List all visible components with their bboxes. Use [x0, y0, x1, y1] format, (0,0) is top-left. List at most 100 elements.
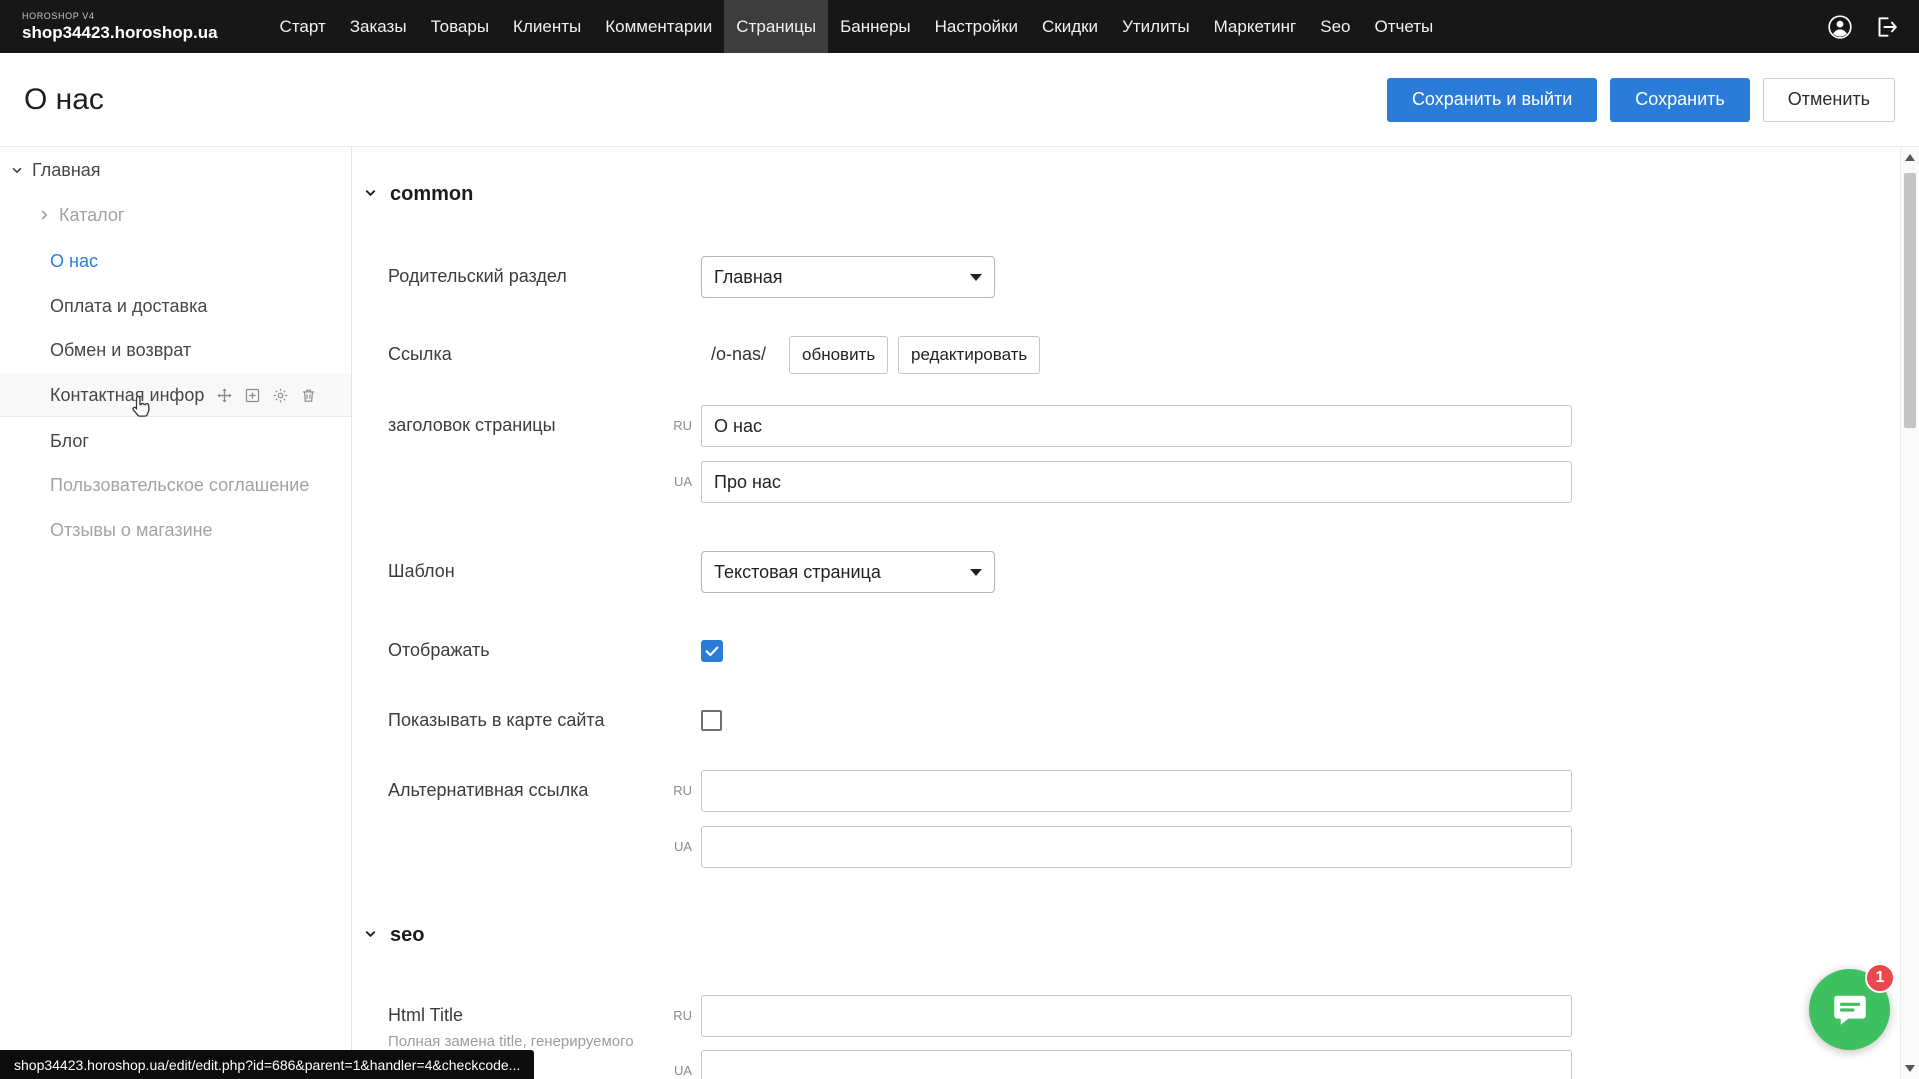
menu-item-zakazy[interactable]: Заказы: [338, 0, 419, 53]
sidebar-item-label: Каталог: [59, 205, 124, 226]
sidebar-item-label: Контактная инфор: [50, 385, 204, 406]
add-icon[interactable]: [244, 387, 261, 404]
logout-icon[interactable]: [1873, 14, 1899, 40]
account-icon[interactable]: [1827, 14, 1853, 40]
menu-item-otchety[interactable]: Отчеты: [1362, 0, 1445, 53]
chevron-right-icon[interactable]: [37, 208, 51, 222]
menu-item-kommentarii[interactable]: Комментарии: [593, 0, 724, 53]
chevron-down-icon: [363, 924, 378, 947]
topbar: HOROSHOP V4 shop34423.horoshop.ua Старт …: [0, 0, 1919, 53]
chat-launcher[interactable]: 1: [1809, 969, 1890, 1050]
page-header: О нас Сохранить и выйти Сохранить Отмени…: [0, 53, 1919, 147]
menu-item-marketing[interactable]: Маркетинг: [1202, 0, 1309, 53]
tree-item-actions: [216, 387, 317, 404]
page-title-field-label: заголовок страницы: [388, 415, 556, 436]
link-edit-button[interactable]: редактировать: [898, 336, 1040, 374]
parent-section-select[interactable]: Главная: [701, 256, 995, 298]
trash-icon[interactable]: [300, 387, 317, 404]
lang-badge-ua: UA: [658, 1063, 692, 1078]
sidebar-item-blog[interactable]: Блог: [0, 420, 351, 462]
menu-item-start[interactable]: Старт: [268, 0, 338, 53]
chevron-down-icon: [363, 183, 378, 206]
display-checkbox[interactable]: [701, 640, 723, 662]
chevron-down-icon[interactable]: [10, 163, 24, 177]
cancel-button[interactable]: Отменить: [1763, 78, 1895, 122]
sidebar-item-label: О нас: [50, 251, 98, 272]
lang-badge-ru: RU: [658, 418, 692, 433]
html-title-label: Html Title: [388, 1005, 463, 1026]
sidebar-item-label: Пользовательское соглашение: [50, 475, 309, 496]
scrollbar-thumb[interactable]: [1904, 173, 1916, 428]
link-label: Ссылка: [388, 344, 452, 365]
section-title: seo: [390, 924, 424, 947]
lang-badge-ru: RU: [658, 1008, 692, 1023]
sidebar-item-kontaktnaya-infor[interactable]: Контактная инфор: [0, 374, 351, 416]
move-icon[interactable]: [216, 387, 233, 404]
alt-link-ua-input[interactable]: [701, 826, 1572, 868]
scroll-down-arrow[interactable]: [1905, 1065, 1915, 1072]
sidebar-item-polzovatelskoe-soglashenie[interactable]: Пользовательское соглашение: [0, 464, 351, 506]
section-common[interactable]: common: [363, 183, 473, 206]
sidebar-item-oplata-i-dostavka[interactable]: Оплата и доставка: [0, 285, 351, 327]
gear-icon[interactable]: [272, 387, 289, 404]
select-value: Текстовая страница: [714, 562, 881, 583]
lang-badge-ua: UA: [658, 839, 692, 854]
html-title-hint: Полная замена title, генерируемого: [388, 1033, 634, 1050]
section-title: common: [390, 183, 473, 206]
sidebar-item-label: Главная: [32, 160, 101, 181]
vertical-scrollbar[interactable]: [1900, 147, 1919, 1079]
menu-item-stranicy[interactable]: Страницы: [724, 0, 828, 53]
menu-item-seo[interactable]: Seo: [1308, 0, 1362, 53]
sidebar-item-obmen-i-vozvrat[interactable]: Обмен и возврат: [0, 329, 351, 371]
sidebar-item-otzyvy-o-magazine[interactable]: Отзывы о магазине: [0, 509, 351, 551]
sidebar-item-label: Обмен и возврат: [50, 340, 191, 361]
sidebar-item-label: Блог: [50, 431, 89, 452]
menu-item-tovary[interactable]: Товары: [419, 0, 501, 53]
menu-item-klienty[interactable]: Клиенты: [501, 0, 593, 53]
section-seo[interactable]: seo: [363, 924, 424, 947]
template-label: Шаблон: [388, 561, 455, 582]
page-title-ua-input[interactable]: [701, 461, 1572, 503]
sidebar-item-glavnaya[interactable]: Главная: [0, 149, 351, 191]
sitemap-label: Показывать в карте сайта: [388, 710, 604, 731]
menu-item-bannery[interactable]: Баннеры: [828, 0, 923, 53]
menu-item-nastroiki[interactable]: Настройки: [923, 0, 1030, 53]
link-status-bar: shop34423.horoshop.ua/edit/edit.php?id=6…: [0, 1050, 534, 1079]
page-title: О нас: [24, 83, 104, 117]
save-button[interactable]: Сохранить: [1610, 78, 1749, 122]
chevron-down-icon: [970, 569, 982, 576]
lang-badge-ru: RU: [658, 783, 692, 798]
scroll-up-arrow[interactable]: [1905, 154, 1915, 161]
sidebar-item-katalog[interactable]: Каталог: [0, 194, 351, 236]
save-and-exit-button[interactable]: Сохранить и выйти: [1387, 78, 1597, 122]
chat-bubble-icon: [1830, 990, 1870, 1030]
topbar-right: [1827, 14, 1899, 40]
link-path: /o-nas/: [711, 344, 766, 365]
menu-item-utility[interactable]: Утилиты: [1110, 0, 1202, 53]
parent-section-label: Родительский раздел: [388, 266, 567, 287]
alt-link-ru-input[interactable]: [701, 770, 1572, 812]
page-edit-form: common Родительский раздел Главная Ссылк…: [353, 147, 1899, 1079]
check-icon: [704, 643, 720, 659]
pages-tree-sidebar: Главная Каталог О нас Оплата и доставка …: [0, 147, 352, 1079]
menu-item-skidki[interactable]: Скидки: [1030, 0, 1110, 53]
display-label: Отображать: [388, 640, 490, 661]
page-title-ru-input[interactable]: [701, 405, 1572, 447]
horoshop-admin-screen: HOROSHOP V4 shop34423.horoshop.ua Старт …: [0, 0, 1919, 1079]
brand-domain: shop34423.horoshop.ua: [22, 24, 218, 41]
select-value: Главная: [714, 267, 783, 288]
html-title-ua-input[interactable]: [701, 1050, 1572, 1079]
html-title-ru-input[interactable]: [701, 995, 1572, 1037]
sidebar-item-label: Оплата и доставка: [50, 296, 207, 317]
sidebar-item-label: Отзывы о магазине: [50, 520, 213, 541]
brand-version: HOROSHOP V4: [22, 12, 218, 21]
brand-logo[interactable]: HOROSHOP V4 shop34423.horoshop.ua: [22, 12, 218, 41]
chat-unread-badge: 1: [1865, 963, 1895, 993]
sitemap-checkbox[interactable]: [701, 710, 722, 731]
link-refresh-button[interactable]: обновить: [789, 336, 888, 374]
template-select[interactable]: Текстовая страница: [701, 551, 995, 593]
lang-badge-ua: UA: [658, 474, 692, 489]
chevron-down-icon: [970, 274, 982, 281]
alt-link-label: Альтернативная ссылка: [388, 780, 588, 801]
sidebar-item-o-nas[interactable]: О нас: [0, 240, 351, 282]
